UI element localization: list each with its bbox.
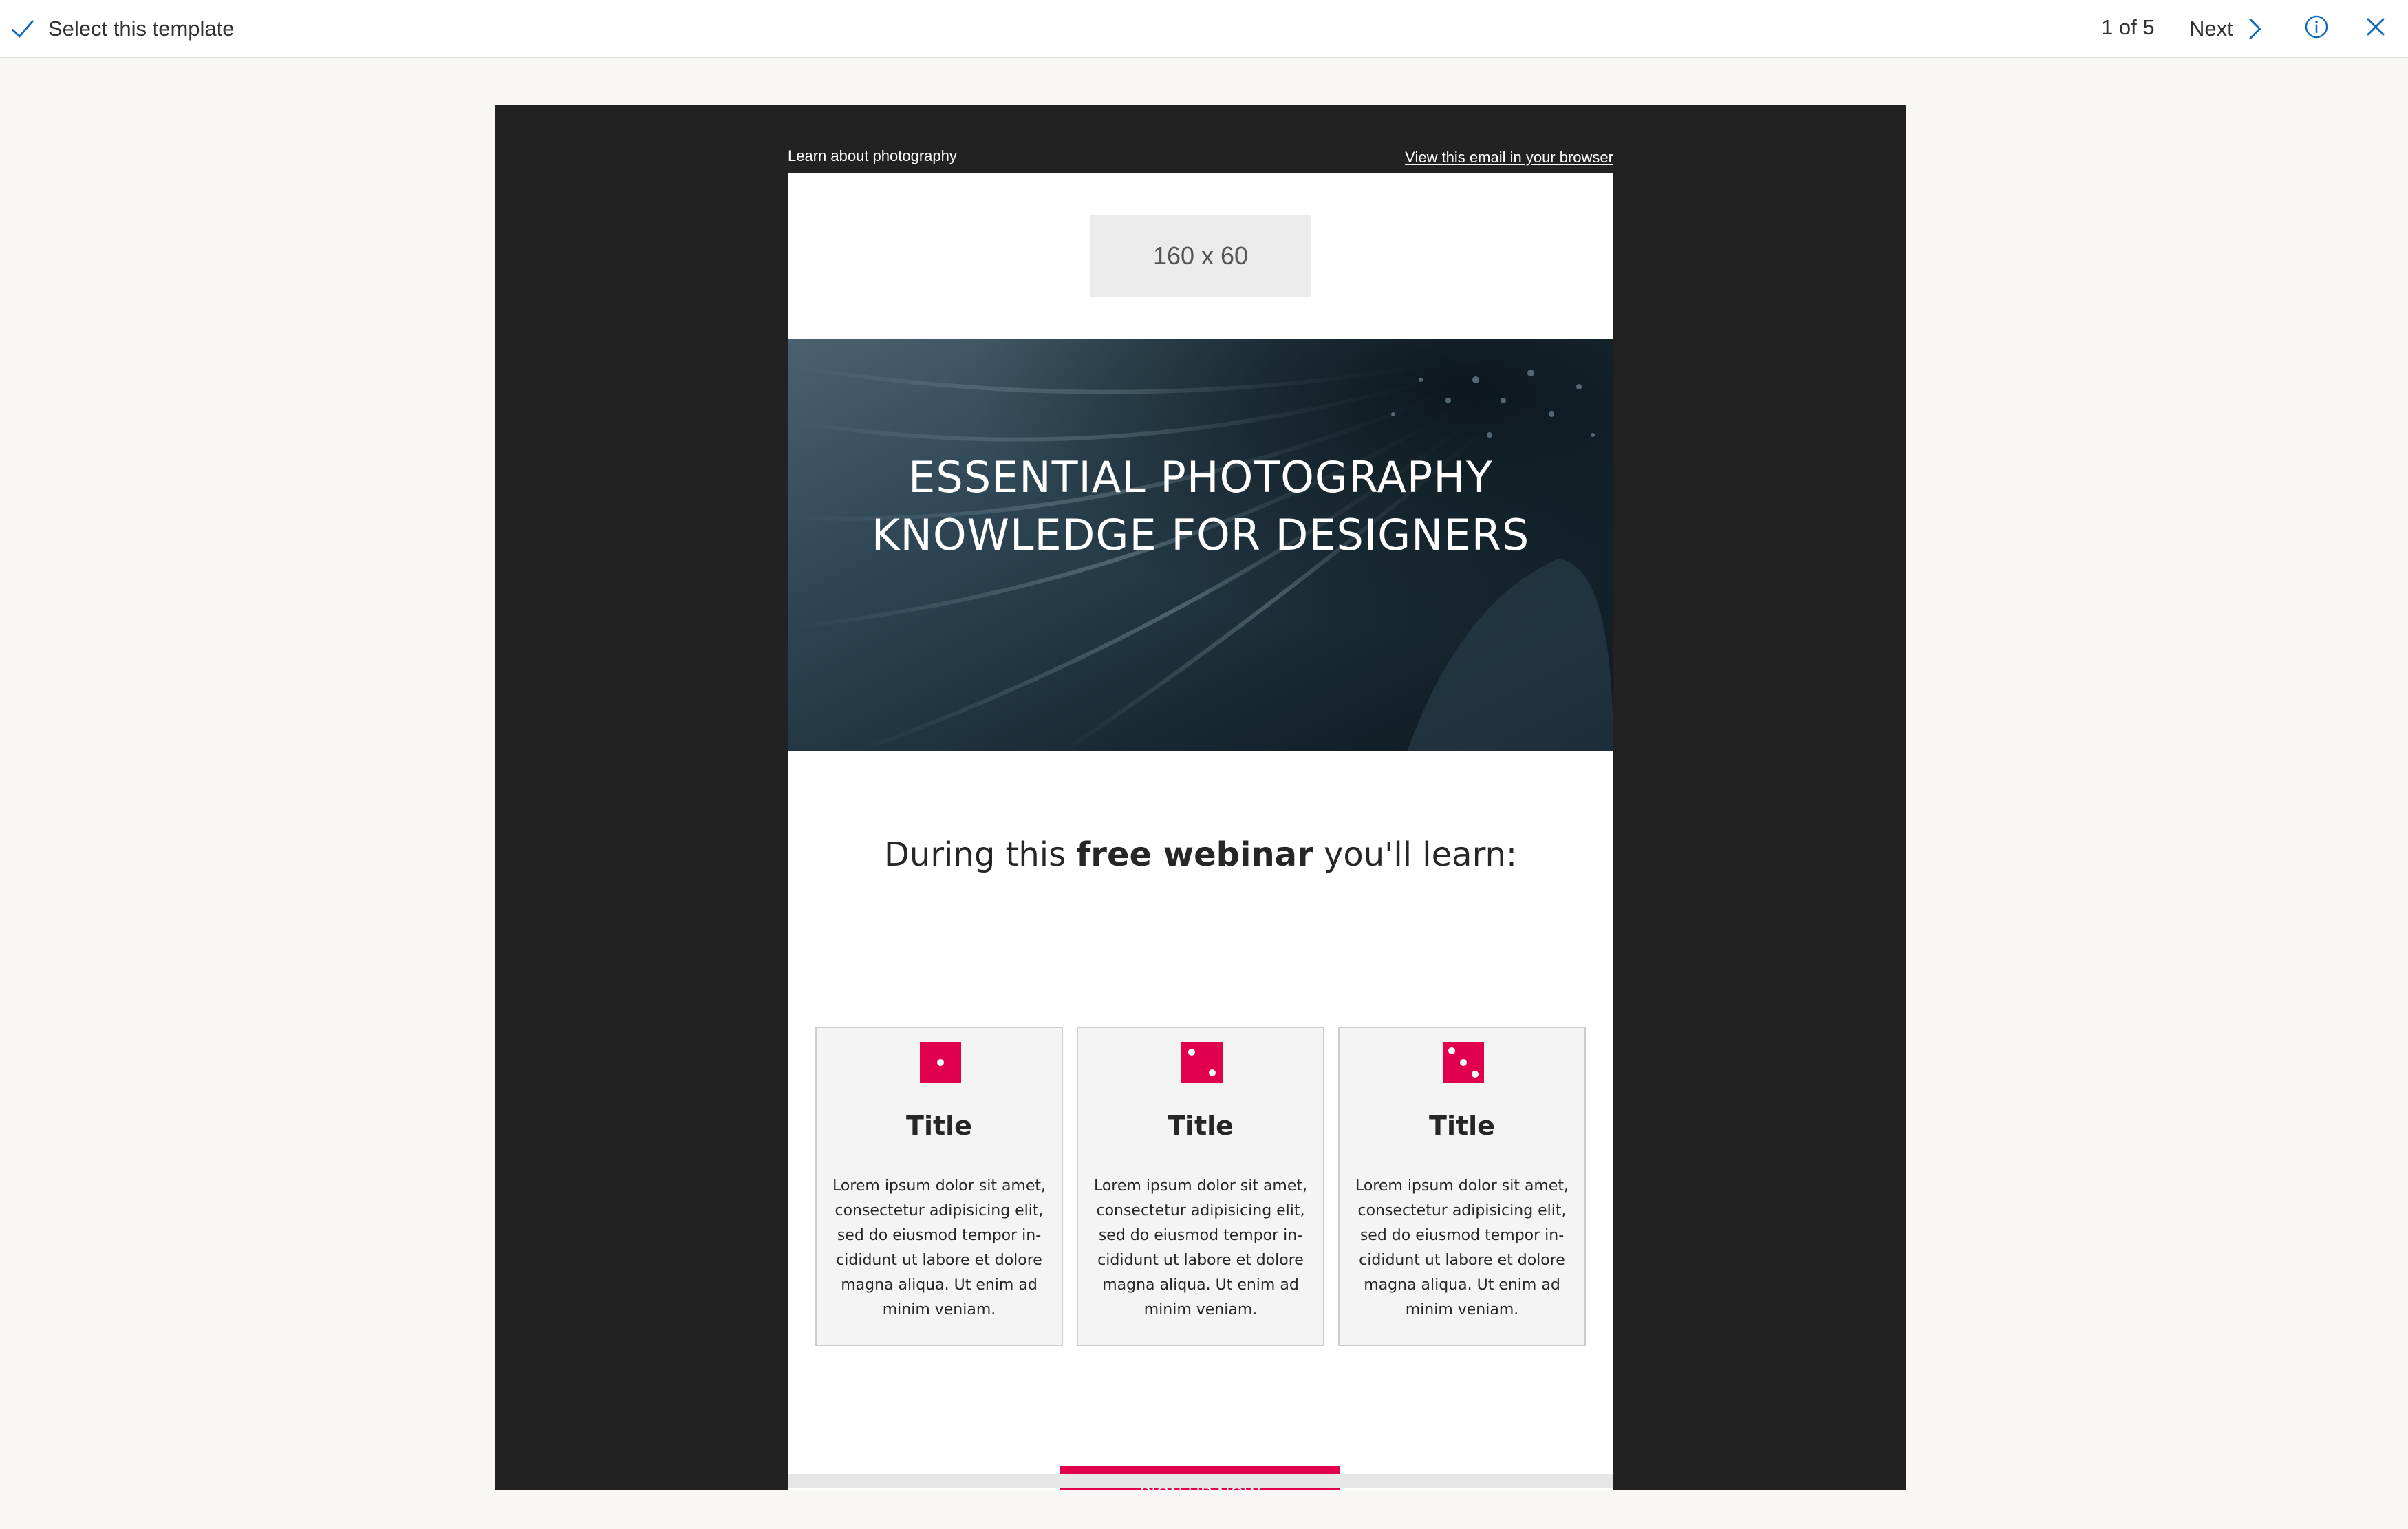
next-button[interactable]: Next: [2189, 11, 2265, 47]
intro-text-bold: free webinar: [1076, 835, 1313, 874]
intro-text-before: During this: [883, 835, 1077, 874]
checkmark-icon: [12, 20, 34, 38]
feature-card: Title Lorem ipsum dolor sit amet, consec…: [1338, 1027, 1586, 1346]
template-preview-toolbar: Select this template 1 of 5 Next: [0, 0, 2408, 58]
logo-placeholder: 160 x 60: [1090, 215, 1311, 297]
card-title: Title: [1168, 1111, 1234, 1141]
page-counter: 1 of 5: [2101, 15, 2155, 39]
card-title: Title: [1429, 1111, 1495, 1141]
intro-text-after: you'll learn:: [1313, 835, 1518, 874]
select-template-label: Select this template: [48, 17, 235, 41]
hero-title-line-2: KNOWLEDGE FOR DESIGNERS: [871, 510, 1530, 560]
feature-card: Title Lorem ipsum dolor sit amet, consec…: [1077, 1027, 1324, 1346]
hero-banner: ESSENTIAL PHOTOGRAPHY KNOWLEDGE FOR DESI…: [788, 339, 1613, 751]
view-in-browser-link[interactable]: View this email in your browser: [1405, 149, 1613, 167]
logo-section: 160 x 60: [788, 173, 1613, 339]
card-body: Lorem ipsum dolor sit amet, consectetur …: [1355, 1177, 1569, 1318]
next-label: Next: [2189, 17, 2233, 41]
card-title: Title: [906, 1111, 972, 1141]
email-preheader: Learn about photography View this email …: [788, 145, 1613, 168]
select-template-button[interactable]: Select this template: [10, 11, 235, 47]
hero-title-line-1: ESSENTIAL PHOTOGRAPHY: [908, 452, 1493, 502]
close-icon[interactable]: [2363, 14, 2389, 40]
dice-three-icon: [1443, 1042, 1484, 1083]
feature-cards: Title Lorem ipsum dolor sit amet, consec…: [815, 1027, 1586, 1346]
dice-two-icon: [1181, 1042, 1223, 1083]
email-footer-divider: [788, 1474, 1613, 1488]
intro-heading: During this free webinar you'll learn:: [788, 835, 1613, 874]
email-body: 160 x 60 ESSENTIAL PHOTOGRAPHY KNOWLEDGE…: [788, 173, 1613, 1490]
chevron-right-icon: [2249, 19, 2261, 39]
info-icon[interactable]: [2303, 14, 2330, 40]
card-body: Lorem ipsum dolor sit amet, consectetur …: [1093, 1177, 1308, 1318]
email-preview-frame: Learn about photography View this email …: [495, 105, 1906, 1490]
dice-one-icon: [920, 1042, 961, 1083]
preheader-text: Learn about photography: [788, 147, 957, 164]
hero-title: ESSENTIAL PHOTOGRAPHY KNOWLEDGE FOR DESI…: [788, 449, 1613, 564]
card-body: Lorem ipsum dolor sit amet, consectetur …: [832, 1177, 1046, 1318]
feature-card: Title Lorem ipsum dolor sit amet, consec…: [815, 1027, 1063, 1346]
